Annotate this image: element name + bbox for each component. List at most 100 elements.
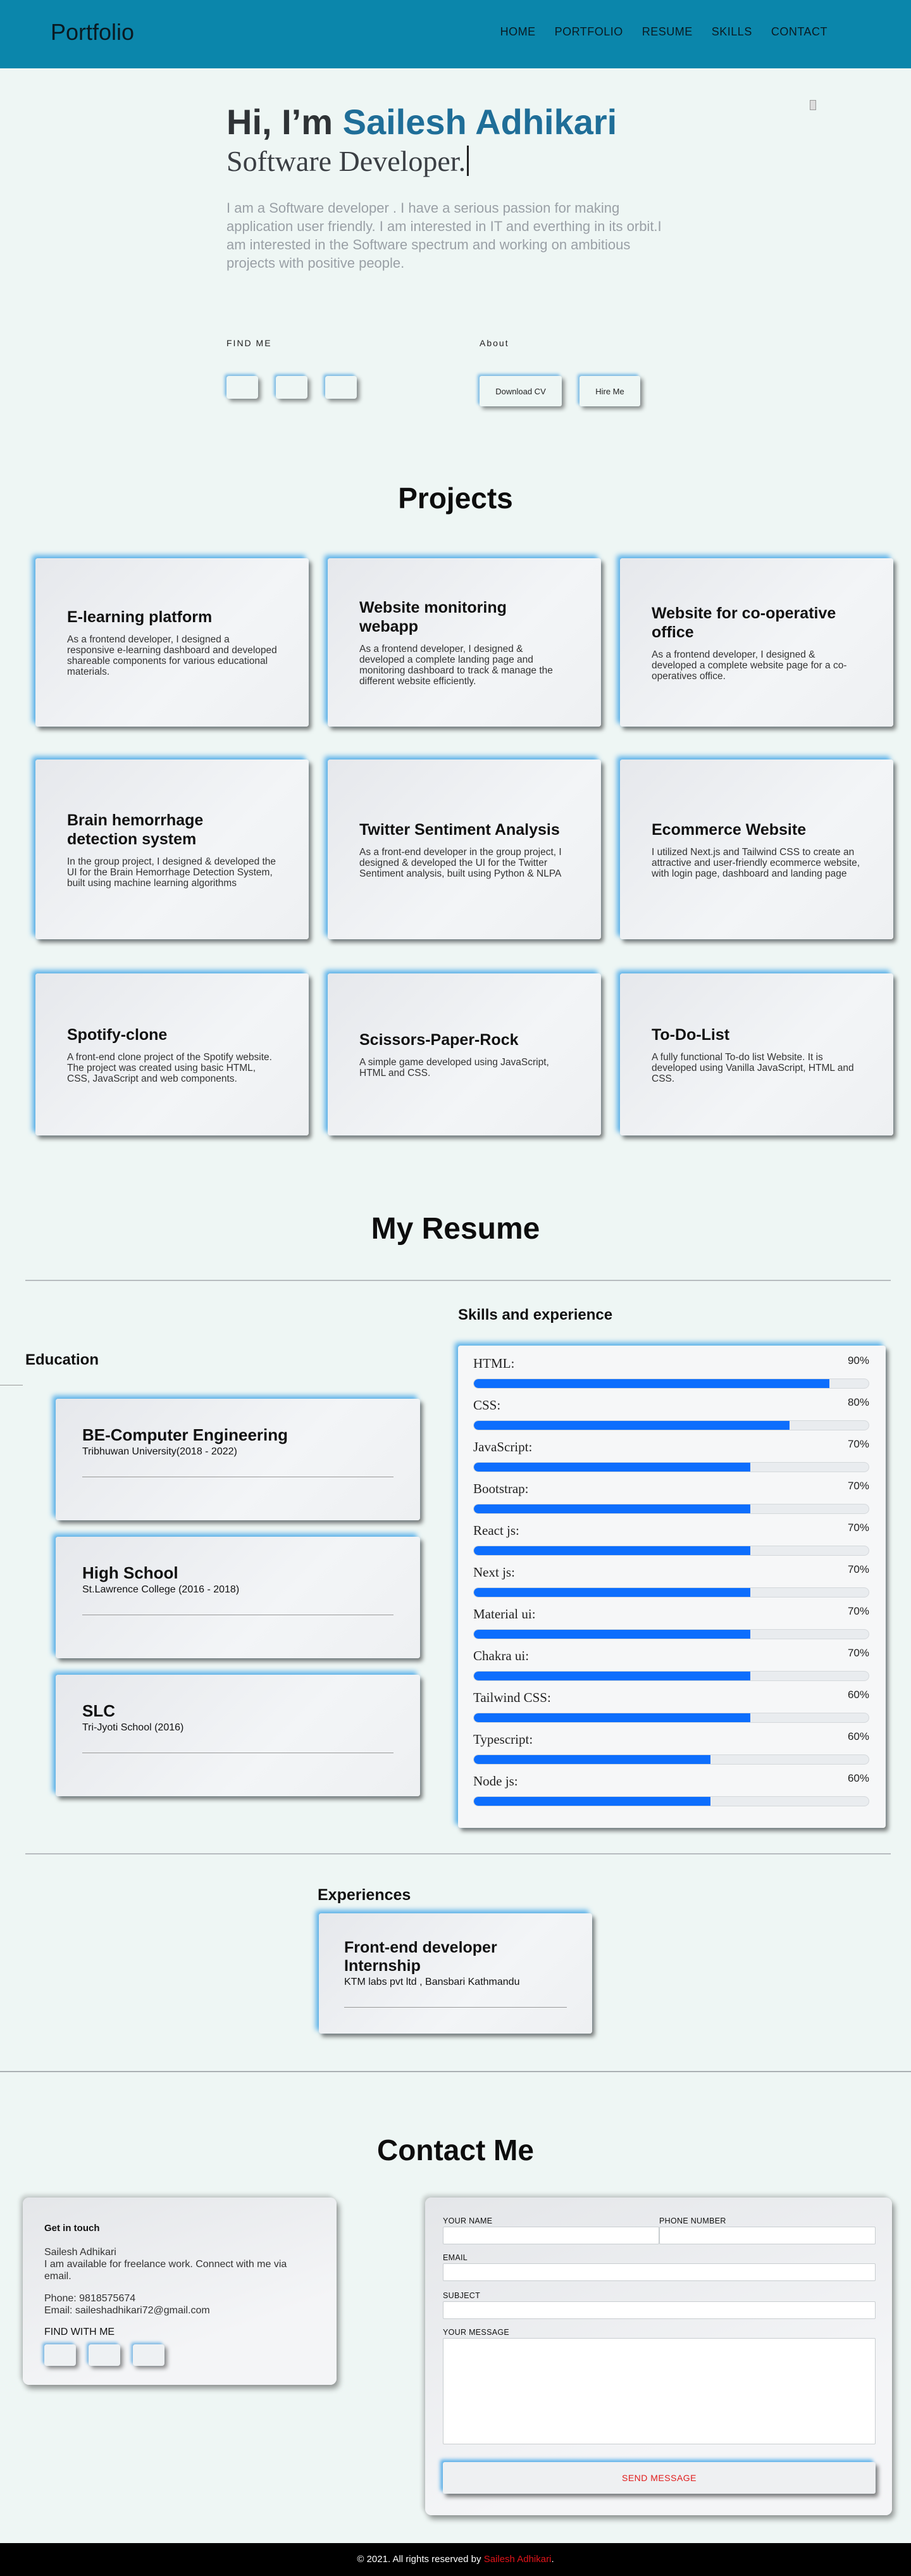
nav-link-contact[interactable]: CONTACT (771, 25, 827, 39)
contact-form: YOUR NAME PHONE NUMBER EMAIL SUBJECT YOU… (425, 2198, 892, 2515)
footer-author-link[interactable]: Sailesh Adhikari (484, 2554, 552, 2565)
project-card[interactable]: Scissors-Paper-Rock A simple game develo… (328, 973, 601, 1135)
get-in-touch-heading: Get in touch (44, 2223, 100, 2234)
skill-row: Node js: 60% (473, 1772, 869, 1814)
subject-input[interactable] (443, 2301, 876, 2319)
project-description: As a frontend developer, I designed & de… (359, 644, 553, 687)
skill-row: HTML: 90% (473, 1354, 869, 1396)
email-input[interactable] (443, 2263, 876, 2281)
hire-me-button[interactable]: Hire Me (579, 376, 640, 406)
project-card[interactable]: Brain hemorrhage detection system In the… (35, 760, 309, 939)
skill-progress-fill (474, 1755, 711, 1764)
skill-percent: 70% (847, 1480, 869, 1492)
project-title: Scissors-Paper-Rock (359, 1031, 519, 1049)
skill-name: Bootstrap: (473, 1481, 529, 1496)
project-description: A front-end clone project of the Spotify… (67, 1051, 272, 1084)
footer-copyright: © 2021. All rights reserved by (357, 2554, 484, 2565)
nav-link-resume[interactable]: RESUME (642, 25, 693, 39)
skill-name: HTML: (473, 1356, 515, 1371)
skill-progress-bar (473, 1462, 869, 1472)
nav-link-home[interactable]: HOME (500, 25, 536, 39)
project-description: In the group project, I designed & devel… (67, 856, 276, 889)
hero-heading: Hi, I’m Sailesh Adhikari (226, 101, 617, 142)
find-with-me-label: FIND WITH ME (44, 2327, 115, 2337)
project-title: Brain hemorrhage detection system (67, 811, 204, 848)
project-card[interactable]: E-learning platform As a frontend develo… (35, 558, 309, 727)
hero-actions: Download CV Hire Me (480, 376, 640, 406)
project-card[interactable]: To-Do-List A fully functional To-do list… (620, 973, 893, 1135)
skill-progress-fill (474, 1797, 711, 1806)
contact-heading: Contact Me (377, 2134, 534, 2166)
skills-panel: HTML: 90% CSS: 80% JavaScript: 70% Bootstrap: 7… (458, 1346, 886, 1828)
project-card[interactable]: Ecommerce Website I utilized Next.js and… (620, 760, 893, 939)
project-title: Website monitoring webapp (359, 599, 507, 635)
phone-input[interactable] (659, 2227, 876, 2244)
social-link-button[interactable] (276, 376, 307, 399)
skill-progress-fill (474, 1630, 750, 1639)
skill-percent: 70% (847, 1605, 869, 1617)
top-navbar: Portfolio HOME PORTFOLIO RESUME SKILLS C… (0, 0, 911, 68)
brand-logo[interactable]: Portfolio (51, 19, 134, 46)
hero-social-links (226, 376, 357, 399)
education-card: BE-Computer Engineering Tribhuwan Univer… (56, 1399, 420, 1520)
education-title: BE-Computer Engineering (82, 1425, 288, 1444)
experiences-heading: Experiences (318, 1886, 411, 1904)
project-card[interactable]: Spotify-clone A front-end clone project … (35, 973, 309, 1135)
project-description: As a front-end developer in the group pr… (359, 846, 562, 879)
skill-name: Typescript: (473, 1732, 533, 1747)
skill-row: Tailwind CSS: 60% (473, 1689, 869, 1730)
hero-name: Sailesh Adhikari (342, 102, 617, 142)
nav-link-skills[interactable]: SKILLS (712, 25, 752, 39)
name-input[interactable] (443, 2227, 659, 2244)
social-link-button[interactable] (133, 2344, 164, 2366)
download-cv-button[interactable]: Download CV (480, 376, 562, 406)
education-place: Tribhuwan University(2018 - 2022) (82, 1446, 237, 1457)
phone-label: PHONE NUMBER (659, 2216, 726, 2225)
project-card[interactable]: Website monitoring webapp As a frontend … (328, 558, 601, 727)
project-card[interactable]: Website for co-operative office As a fro… (620, 558, 893, 727)
education-place: Tri-Jyoti School (2016) (82, 1722, 184, 1733)
message-textarea[interactable] (443, 2338, 876, 2444)
education-card: High School St.Lawrence College (2016 - … (56, 1537, 420, 1658)
skills-heading: Skills and experience (458, 1306, 613, 1323)
skill-row: Typescript: 60% (473, 1730, 869, 1772)
social-link-button[interactable] (226, 376, 258, 399)
project-description: A simple game developed using JavaScript… (359, 1057, 549, 1079)
card-divider (344, 2007, 567, 2008)
project-title: E-learning platform (67, 608, 213, 626)
skill-percent: 60% (847, 1689, 869, 1701)
skill-progress-fill (474, 1672, 750, 1680)
social-link-button[interactable] (89, 2344, 120, 2366)
skill-row: CSS: 80% (473, 1396, 869, 1438)
skill-percent: 60% (847, 1772, 869, 1784)
send-message-button[interactable]: SEND MESSAGE (443, 2462, 876, 2494)
social-link-button[interactable] (325, 376, 357, 399)
skill-name: Chakra ui: (473, 1648, 530, 1663)
skill-progress-fill (474, 1504, 750, 1513)
nav-links: HOME PORTFOLIO RESUME SKILLS CONTACT (500, 25, 827, 39)
skill-name: CSS: (473, 1397, 501, 1413)
find-me-label: FIND ME (226, 338, 272, 348)
social-link-button[interactable] (44, 2344, 76, 2366)
contact-email: Email: saileshadhikari72@gmail.com (44, 2305, 210, 2316)
skill-row: Next js: 70% (473, 1563, 869, 1605)
project-card[interactable]: Twitter Sentiment Analysis As a front-en… (328, 760, 601, 939)
experience-title: Front-end developer Internship (344, 1939, 497, 1975)
skill-percent: 60% (847, 1730, 869, 1742)
skill-progress-bar (473, 1796, 869, 1806)
skill-percent: 70% (847, 1563, 869, 1575)
nav-link-portfolio[interactable]: PORTFOLIO (555, 25, 623, 39)
footer-end: . (551, 2554, 554, 2565)
project-description: I utilized Next.js and Tailwind CSS to c… (652, 846, 860, 879)
about-label: About (480, 338, 509, 348)
skill-progress-bar (473, 1420, 869, 1430)
section-divider (25, 1280, 891, 1281)
profile-image (810, 100, 816, 110)
skill-progress-bar (473, 1629, 869, 1639)
resume-heading: My Resume (371, 1212, 540, 1246)
education-title: SLC (82, 1701, 115, 1720)
skill-percent: 80% (847, 1396, 869, 1408)
skill-progress-fill (474, 1588, 750, 1597)
typing-cursor (467, 146, 469, 176)
skill-row: React js: 70% (473, 1522, 869, 1563)
